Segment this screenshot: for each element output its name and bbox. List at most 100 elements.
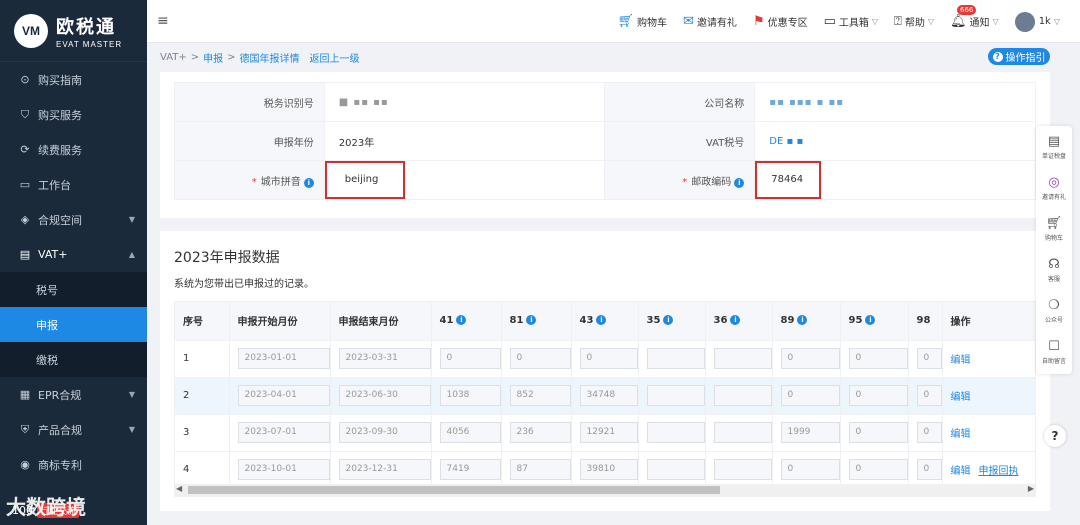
cell-input[interactable]: 12921 (579, 422, 638, 443)
cell-input[interactable]: 0 (780, 385, 840, 406)
scroll-right-icon[interactable]: ▶ (1028, 484, 1034, 493)
cell-input[interactable]: 2023-06-30 (338, 385, 431, 406)
sidebar-item-workbench[interactable]: ▭ 工作台 (0, 167, 147, 202)
cell-input[interactable] (713, 385, 772, 406)
cell-input[interactable]: 7419 (439, 459, 501, 481)
info-icon[interactable]: i (730, 315, 741, 326)
cell-input[interactable]: 1038 (439, 385, 501, 406)
edit-link[interactable]: 编辑 (951, 355, 971, 366)
cell-input[interactable] (713, 422, 772, 443)
cell-input[interactable]: 0 (780, 459, 840, 481)
cell-input[interactable]: 4056 (439, 422, 501, 443)
cell-input[interactable]: 87 (509, 459, 571, 481)
sidebar-item-epr[interactable]: ▦ EPR合规 ▼ (0, 377, 147, 412)
scroll-left-icon[interactable]: ◀ (176, 484, 182, 493)
edit-link[interactable]: 编辑 (951, 429, 971, 440)
menu-toggle-icon[interactable]: ≡ (157, 13, 169, 29)
cell-input[interactable] (646, 385, 705, 406)
guide-button[interactable]: ? 操作指引 (988, 48, 1050, 65)
sidebar-item-trademark[interactable]: ◉ 商标专利 (0, 447, 147, 482)
rail-official-account[interactable]: ❍ 公众号 (1036, 290, 1072, 331)
cell-input[interactable]: 0 (848, 348, 908, 369)
rail-message[interactable]: ☐ 自助留言 (1036, 331, 1072, 372)
cell-input[interactable]: 2023-07-01 (237, 422, 330, 443)
cell-input[interactable] (713, 459, 772, 481)
cell-input[interactable]: 1999 (780, 422, 840, 443)
receipt-link[interactable]: 申报回执 (979, 466, 1019, 477)
cell-c43: 0 (571, 339, 639, 377)
user-menu[interactable]: 1k ▽ (1014, 11, 1060, 32)
cell-input[interactable]: 2023-04-01 (237, 385, 330, 406)
toolbox-dropdown[interactable]: ▭ 工具箱 ▽ (824, 14, 878, 29)
section-subtitle: 系统为您带出已申报过的记录。 (174, 279, 314, 290)
edit-link[interactable]: 编辑 (951, 392, 971, 403)
cell-input[interactable]: 0 (916, 348, 942, 369)
notice-dropdown[interactable]: 🔔︎ 666 通知 ▽ (950, 5, 999, 29)
zip-input[interactable]: 78464 (755, 161, 822, 199)
help-dropdown[interactable]: ⍰ 帮助 ▽ (894, 14, 934, 29)
cell-input[interactable]: 2023-03-31 (338, 348, 431, 369)
edit-link[interactable]: 编辑 (951, 466, 971, 477)
shield-icon: ⛨ (20, 422, 30, 436)
breadcrumb-declare[interactable]: 申报 (203, 50, 223, 65)
invite-button[interactable]: ✉ 邀请有礼 (683, 14, 737, 29)
cell-input[interactable] (646, 459, 705, 481)
sidebar-item-renew[interactable]: ⟳ 续费服务 (0, 132, 147, 167)
cell-input[interactable]: 0 (916, 385, 942, 406)
cell-input[interactable]: 0 (848, 459, 908, 481)
cell-input[interactable]: 39810 (579, 459, 638, 481)
promo-button[interactable]: ⚑ 优惠专区 (753, 14, 808, 29)
horizontal-scrollbar[interactable]: ◀ ▶ (174, 484, 1036, 496)
cell-input[interactable]: 34748 (579, 385, 638, 406)
sidebar-item-vat[interactable]: ▤ VAT+ ▲ (0, 237, 147, 272)
cell-input[interactable]: 0 (780, 348, 840, 369)
info-icon[interactable]: i (663, 315, 674, 326)
right-tool-rail: ▤ 单证税盘 ◎ 邀请有礼 🛒︎ 购物车 ☊ 客服 ❍ 公众号 ☐ 自助留言 (1036, 126, 1072, 374)
cell-input[interactable]: 0 (916, 422, 942, 443)
info-icon[interactable]: i (797, 315, 808, 326)
cell-input[interactable]: 0 (848, 422, 908, 443)
row-actions: 编辑 (942, 413, 1035, 451)
cell-input[interactable]: 2023-09-30 (338, 422, 431, 443)
cell-input[interactable] (646, 422, 705, 443)
scrollbar-thumb[interactable] (188, 486, 720, 494)
sidebar-item-buy-service[interactable]: ⛉ 购买服务 (0, 97, 147, 132)
breadcrumb-root[interactable]: VAT+ (160, 52, 187, 63)
cell-input[interactable]: 852 (509, 385, 571, 406)
cell-input[interactable]: 0 (848, 385, 908, 406)
info-icon[interactable]: i (303, 177, 314, 188)
sidebar-item-tax-number[interactable]: 税号 (0, 272, 147, 307)
info-icon[interactable]: i (526, 315, 537, 326)
info-icon[interactable]: i (734, 177, 745, 188)
sidebar-item-declare[interactable]: 申报 (0, 307, 147, 342)
info-icon[interactable]: i (456, 315, 467, 326)
sidebar-item-compliance-space[interactable]: ◈ 合规空间 ▼ (0, 202, 147, 237)
rail-tax-disk[interactable]: ▤ 单证税盘 (1036, 126, 1072, 167)
info-icon[interactable]: i (596, 315, 607, 326)
info-icon[interactable]: i (865, 315, 876, 326)
back-link[interactable]: 返回上一级 (310, 50, 360, 65)
cell-input[interactable]: 2023-10-01 (237, 459, 330, 481)
sidebar-item-pay-tax[interactable]: 缴税 (0, 342, 147, 377)
sidebar-item-product-compliance[interactable]: ⛨ 产品合规 ▼ (0, 412, 147, 447)
cell-input[interactable]: 0 (916, 459, 942, 481)
cell-input[interactable] (713, 348, 772, 369)
required-mark: * (682, 176, 688, 188)
cell-input[interactable] (646, 348, 705, 369)
col-header-label: 36 (713, 315, 728, 327)
cell-input[interactable]: 0 (579, 348, 638, 369)
cell-input[interactable]: 0 (509, 348, 571, 369)
cell-input[interactable]: 236 (509, 422, 571, 443)
cell-input[interactable]: 0 (439, 348, 501, 369)
logo[interactable]: VM 欧税通 EVAT MASTER (0, 0, 147, 62)
cart-button[interactable]: 🛒︎ 购物车 (618, 14, 668, 29)
cell-input[interactable]: 2023-01-01 (237, 348, 330, 369)
sidebar-item-buy-guide[interactable]: ⊙ 购买指南 (0, 62, 147, 97)
rail-service[interactable]: ☊ 客服 (1036, 249, 1072, 290)
city-input[interactable]: beijing (324, 161, 405, 199)
rail-cart[interactable]: 🛒︎ 购物车 (1036, 208, 1072, 249)
cell-c95: 0 (840, 413, 909, 451)
cell-input[interactable]: 2023-12-31 (338, 459, 431, 481)
help-icon[interactable]: ? (1044, 425, 1066, 447)
rail-invite[interactable]: ◎ 邀请有礼 (1036, 167, 1072, 208)
